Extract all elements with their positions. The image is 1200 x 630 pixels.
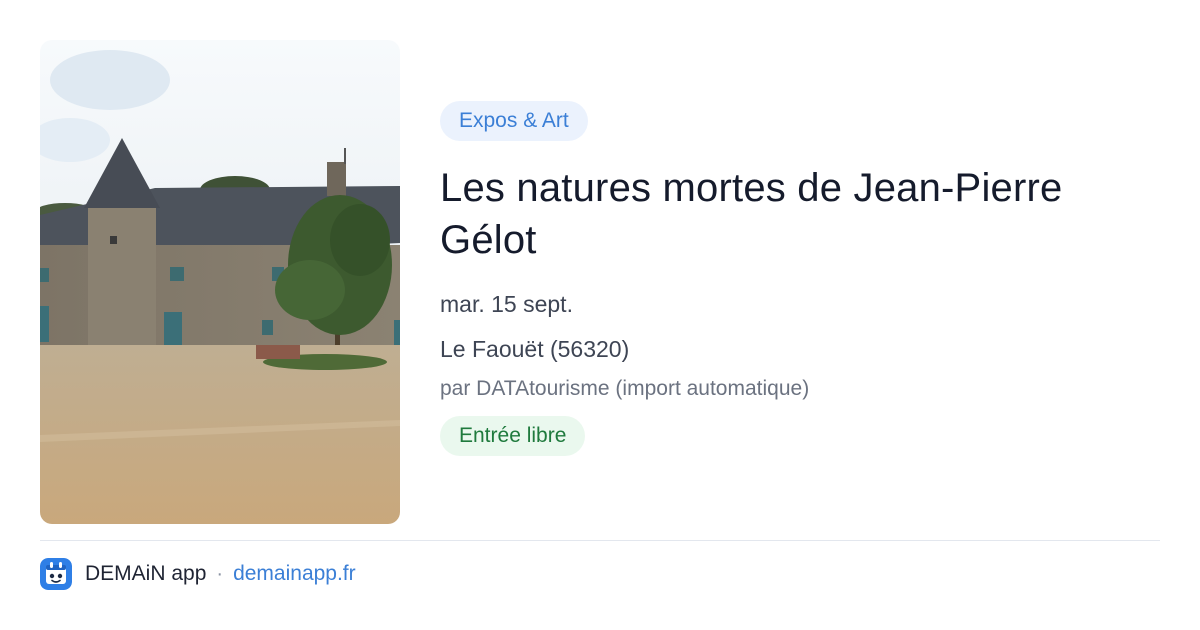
footer: DEMAiN app · demainapp.fr [40,557,356,591]
brand-name: DEMAiN app [85,562,207,585]
demain-app-logo-icon [40,558,72,590]
category-badge[interactable]: Expos & Art [440,101,588,141]
event-date: mar. 15 sept. [440,291,573,317]
footer-separator: · [216,562,224,585]
event-location: Le Faouët (56320) [440,336,630,362]
event-share-card: Expos & Art Les natures mortes de Jean-P… [0,0,1200,630]
footer-divider [40,540,1160,541]
event-info: Expos & Art Les natures mortes de Jean-P… [440,101,1160,456]
event-title: Les natures mortes de Jean-Pierre Gélot [440,166,1063,262]
event-photo [40,40,400,524]
price-row: Entrée libre [440,416,1160,456]
event-organizer: par DATAtourisme (import automatique) [440,377,810,400]
domain-link[interactable]: demainapp.fr [233,562,356,586]
price-badge: Entrée libre [440,416,586,456]
